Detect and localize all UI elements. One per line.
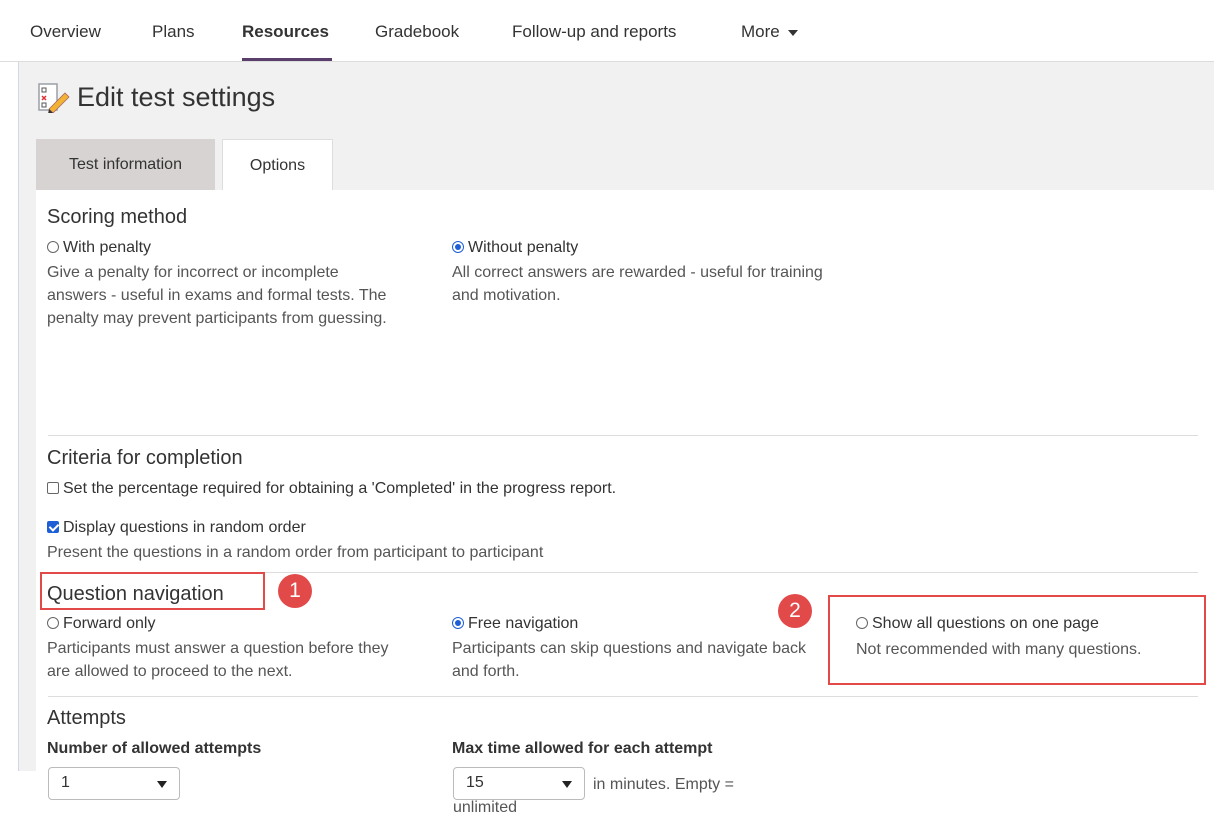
scoring-method-title: Scoring method [47, 206, 188, 228]
free-navigation-radio[interactable] [452, 617, 464, 629]
with-penalty-option[interactable]: With penalty [47, 239, 151, 257]
top-navigation: Overview Plans Resources Gradebook Follo… [0, 0, 1214, 62]
number-of-attempts-value: 1 [61, 774, 70, 791]
chevron-down-icon [157, 781, 167, 788]
free-navigation-description: Participants can skip questions and navi… [452, 640, 806, 680]
random-order-description: Present the questions in a random order … [47, 544, 544, 561]
without-penalty-label: Without penalty [468, 239, 579, 256]
nav-follow-up-reports[interactable]: Follow-up and reports [512, 22, 676, 42]
completion-criteria-title: Criteria for completion [47, 447, 243, 469]
all-on-one-page-radio[interactable] [856, 617, 868, 629]
forward-only-option[interactable]: Forward only [47, 615, 155, 633]
random-order-label: Display questions in random order [63, 519, 306, 536]
edit-test-icon [38, 83, 70, 113]
all-on-one-page-option[interactable]: Show all questions on one page [856, 615, 1099, 633]
with-penalty-radio[interactable] [47, 241, 59, 253]
free-navigation-option[interactable]: Free navigation [452, 615, 578, 633]
free-navigation-label: Free navigation [468, 615, 579, 632]
nav-overview[interactable]: Overview [30, 22, 101, 42]
number-of-attempts-label: Number of allowed attempts [47, 740, 262, 757]
page-title: Edit test settings [77, 82, 276, 112]
tab-test-information[interactable]: Test information [36, 139, 215, 190]
nav-more[interactable]: More [741, 22, 798, 42]
section-divider [48, 435, 1198, 436]
with-penalty-description: Give a penalty for incorrect or incomple… [47, 264, 387, 327]
attempts-title: Attempts [47, 707, 126, 729]
highlight-box-1 [40, 572, 265, 610]
number-of-attempts-select[interactable]: 1 [48, 767, 180, 800]
percentage-checkbox[interactable] [47, 482, 59, 494]
nav-more-label: More [741, 22, 780, 41]
percentage-label: Set the percentage required for obtainin… [63, 480, 617, 497]
all-on-one-page-description: Not recommended with many questions. [856, 641, 1142, 658]
nav-active-indicator [242, 58, 332, 61]
forward-only-description: Participants must answer a question befo… [47, 640, 389, 680]
max-time-label: Max time allowed for each attempt [452, 740, 713, 757]
options-panel: Scoring method With penalty Give a penal… [36, 190, 1214, 816]
percentage-option[interactable]: Set the percentage required for obtainin… [47, 480, 616, 498]
without-penalty-radio[interactable] [452, 241, 464, 253]
max-time-suffix: in minutes. Empty = unlimited [453, 776, 734, 816]
all-on-one-page-label: Show all questions on one page [872, 615, 1099, 632]
nav-plans[interactable]: Plans [152, 22, 195, 42]
nav-resources[interactable]: Resources [242, 22, 329, 42]
page-content: Edit test settings Test information Opti… [18, 62, 1214, 816]
without-penalty-description: All correct answers are rewarded - usefu… [452, 264, 823, 304]
tab-options[interactable]: Options [222, 139, 333, 191]
with-penalty-label: With penalty [63, 239, 152, 256]
random-order-checkbox[interactable] [47, 521, 59, 533]
without-penalty-option[interactable]: Without penalty [452, 239, 578, 257]
forward-only-radio[interactable] [47, 617, 59, 629]
annotation-badge-2: 2 [778, 594, 812, 628]
forward-only-label: Forward only [63, 615, 156, 632]
random-order-option[interactable]: Display questions in random order [47, 519, 306, 537]
chevron-down-icon [787, 29, 798, 36]
annotation-badge-1: 1 [278, 574, 312, 608]
section-divider [48, 696, 1198, 697]
nav-gradebook[interactable]: Gradebook [375, 22, 459, 42]
